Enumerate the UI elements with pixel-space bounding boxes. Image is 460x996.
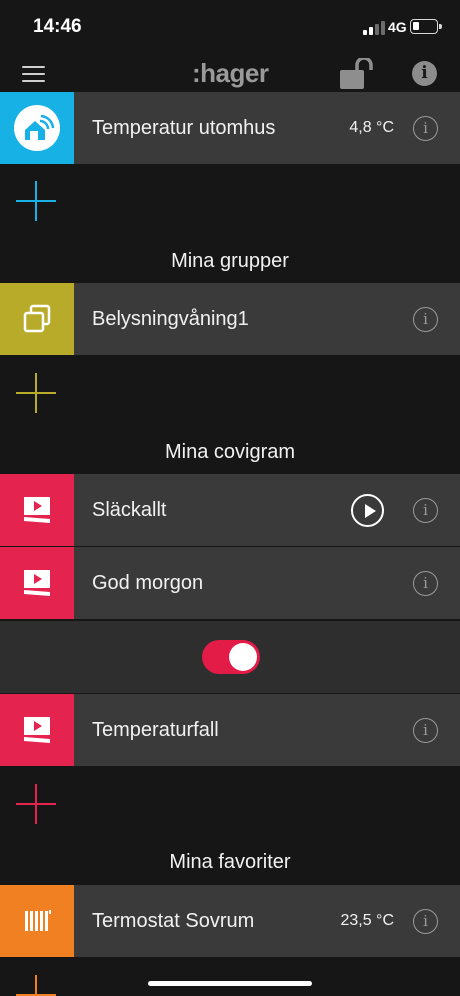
wifi-house-icon [14,105,60,151]
info-icon[interactable]: i [413,571,438,596]
info-icon[interactable]: i [412,61,437,86]
add-favorite-button[interactable] [35,975,37,996]
info-icon[interactable]: i [413,909,438,934]
menu-icon[interactable] [22,66,45,82]
thermostat-tile [0,885,74,957]
device-label: Temperatur utomhus [92,117,276,139]
info-icon[interactable]: i [413,307,438,332]
temperature-value: 23,5 °C [340,912,394,929]
section-title-favorites: Mina favoriter [169,851,291,873]
scene-row-god-morgon[interactable]: God morgon i [0,547,460,619]
play-button[interactable] [351,494,384,527]
scene-label: Temperaturfall [92,719,219,741]
scene-play-icon [24,717,50,743]
group-tile [0,283,74,355]
device-row-temperatur-utomhus[interactable]: Temperatur utomhus 4,8 °C i [0,92,460,164]
status-bar: 14:46 4G [0,0,460,50]
add-device-button[interactable] [16,181,56,221]
add-scene-button[interactable] [16,784,56,824]
scene-tile [0,694,74,766]
info-icon[interactable]: i [413,718,438,743]
scene-row-temperaturfall[interactable]: Temperaturfall i [0,694,460,766]
top-navbar: :hager i [0,50,460,98]
favorite-label: Termostat Sovrum [92,910,255,932]
home-indicator[interactable] [148,981,312,986]
group-row-belysningvaning1[interactable]: Belysningvåning1 i [0,283,460,355]
scene-tile [0,547,74,619]
signal-icon [363,21,385,35]
hager-logo: :hager [192,58,269,88]
battery-icon [410,19,442,34]
scene-row-slackallt[interactable]: Släckallt i [0,474,460,546]
scene-toggle-row [0,621,460,693]
group-label: Belysningvåning1 [92,308,249,330]
scene-play-icon [24,570,50,596]
favorite-row-termostat-sovrum[interactable]: Termostat Sovrum 23,5 °C i [0,885,460,957]
status-time: 14:46 [33,16,82,37]
scene-label: God morgon [92,572,204,594]
scene-play-icon [24,497,50,523]
section-title-groups: Mina grupper [171,250,289,272]
info-icon[interactable]: i [413,116,438,141]
temperature-value: 4,8 °C [349,119,394,136]
scene-label: Släckallt [92,499,167,521]
copy-squares-icon [23,304,51,333]
radiator-icon [25,910,51,931]
network-type: 4G [388,19,407,35]
toggle-knob [229,643,257,671]
section-title-covigram: Mina covigram [164,441,296,463]
add-group-button[interactable] [16,373,56,413]
scene-tile [0,474,74,546]
sensor-tile [0,92,74,164]
info-icon[interactable]: i [413,498,438,523]
unlocked-padlock-icon[interactable] [339,56,379,90]
scene-toggle-switch[interactable] [202,640,260,674]
